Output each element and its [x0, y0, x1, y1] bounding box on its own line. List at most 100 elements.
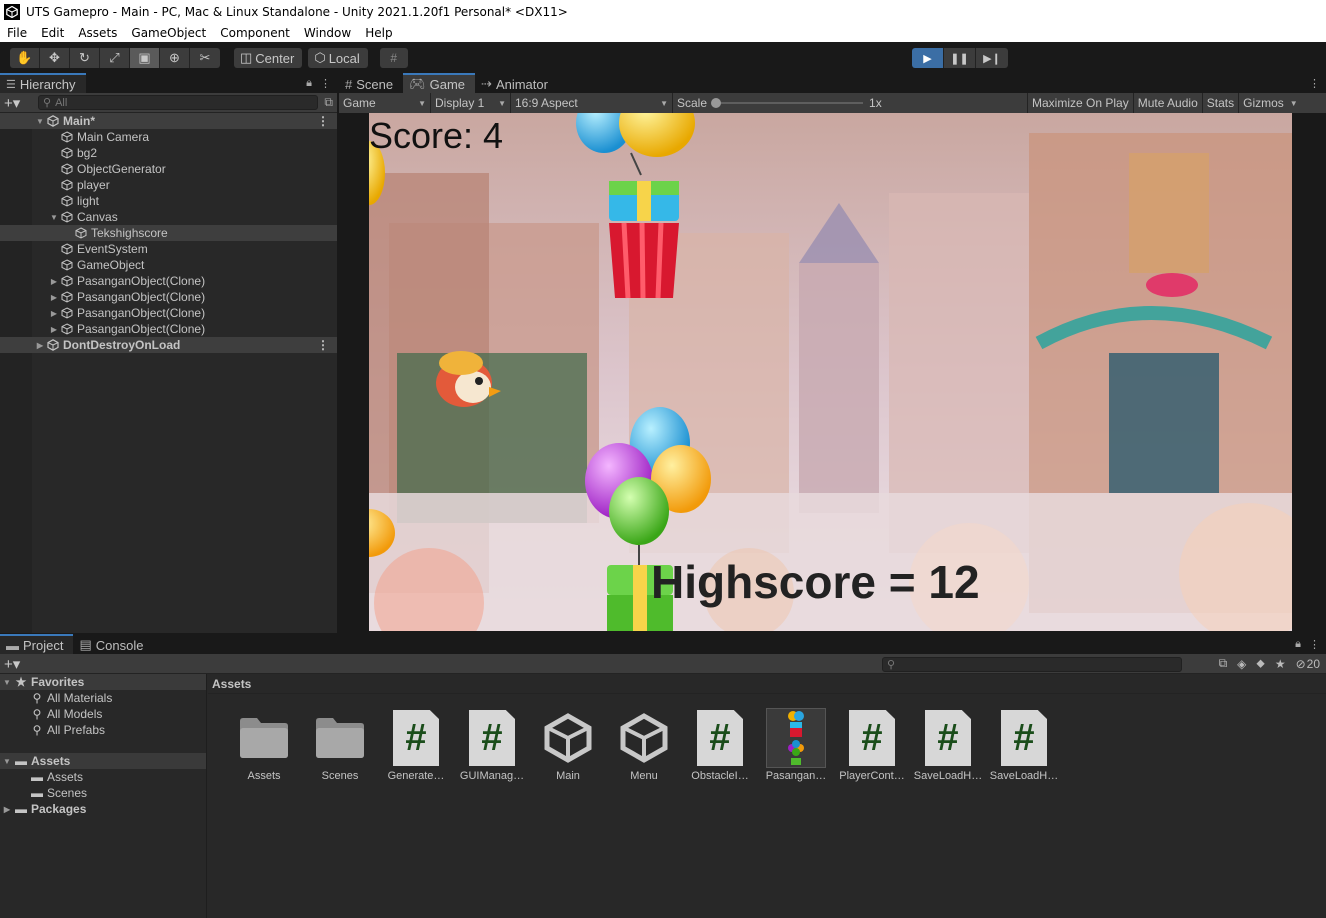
- display-dropdown[interactable]: Display 1 ▼: [431, 93, 511, 113]
- create-dropdown-icon[interactable]: +▾: [4, 655, 32, 673]
- tab-hierarchy[interactable]: ☰ Hierarchy: [0, 73, 86, 93]
- expand-arrow-icon[interactable]: ▼: [0, 757, 14, 766]
- expand-arrow-icon[interactable]: ▼: [48, 213, 60, 222]
- stats-toggle[interactable]: Stats: [1203, 93, 1240, 113]
- hierarchy-item[interactable]: Main Camera: [0, 129, 337, 145]
- hierarchy-item[interactable]: ▶ PasanganObject(Clone): [0, 289, 337, 305]
- game-render-canvas[interactable]: Score: 4 Highscore = 12: [369, 113, 1292, 631]
- hierarchy-item[interactable]: Tekshighscore: [0, 225, 337, 241]
- play-icon[interactable]: ▶: [912, 48, 944, 68]
- asset-item[interactable]: Main: [530, 708, 606, 782]
- expand-arrow-icon[interactable]: ▼: [34, 117, 46, 126]
- scene-visibility-icon[interactable]: ⧉: [324, 95, 333, 110]
- tab-animator[interactable]: ⇢ Animator: [475, 73, 558, 93]
- create-dropdown-icon[interactable]: +▾: [4, 94, 32, 112]
- custom-tool-icon[interactable]: ✂: [190, 48, 220, 68]
- search-by-type-icon[interactable]: ⧉: [1219, 656, 1228, 671]
- transform-tool-icon[interactable]: ⊕: [160, 48, 190, 68]
- menu-gameobject[interactable]: GameObject: [124, 26, 213, 40]
- filter-type-icon[interactable]: ◈: [1237, 657, 1246, 671]
- collapse-arrow-icon[interactable]: ▶: [48, 293, 60, 302]
- tab-console[interactable]: ▤ Console: [73, 634, 154, 654]
- pause-icon[interactable]: ❚❚: [944, 48, 976, 68]
- hierarchy-item[interactable]: EventSystem: [0, 241, 337, 257]
- menu-window[interactable]: Window: [297, 26, 358, 40]
- breadcrumb-assets[interactable]: Assets: [212, 677, 251, 691]
- gizmos-dropdown[interactable]: Gizmos ▼: [1239, 93, 1302, 113]
- tab-project[interactable]: ▬ Project: [0, 634, 74, 654]
- hierarchy-item[interactable]: bg2: [0, 145, 337, 161]
- lock-icon[interactable]: 🔒︎: [1295, 638, 1301, 651]
- hierarchy-search-input[interactable]: ⚲ All: [38, 95, 319, 110]
- favorite-star-icon[interactable]: ★: [1275, 657, 1286, 671]
- collapse-arrow-icon[interactable]: ▶: [48, 277, 60, 286]
- hierarchy-item[interactable]: GameObject: [0, 257, 337, 273]
- pivot-space-button[interactable]: ⬡ Local: [308, 48, 368, 68]
- asset-item[interactable]: Assets: [226, 708, 302, 782]
- tab-game[interactable]: 🎮︎ Game: [403, 73, 476, 93]
- scale-slider[interactable]: [711, 98, 864, 108]
- more-options-icon[interactable]: ⋮: [320, 77, 331, 90]
- asset-item[interactable]: # ObstacleI…: [682, 708, 758, 782]
- folder-scenes[interactable]: ▬ Scenes: [0, 785, 206, 801]
- hierarchy-scene-row[interactable]: ▶ DontDestroyOnLoad ⋮: [0, 337, 337, 353]
- lock-icon[interactable]: 🔒︎: [306, 77, 312, 90]
- hand-tool-icon[interactable]: ✋: [10, 48, 40, 68]
- hierarchy-item[interactable]: player: [0, 177, 337, 193]
- step-icon[interactable]: ▶❙: [976, 48, 1008, 68]
- menu-help[interactable]: Help: [358, 26, 399, 40]
- hierarchy-item[interactable]: ▼ Canvas: [0, 209, 337, 225]
- more-options-icon[interactable]: ⋮: [317, 114, 329, 128]
- menu-edit[interactable]: Edit: [34, 26, 71, 40]
- view-dropdown[interactable]: Game ▼: [339, 93, 431, 113]
- asset-item[interactable]: # PlayerCont…: [834, 708, 910, 782]
- asset-item[interactable]: Scenes: [302, 708, 378, 782]
- grid-snap-icon[interactable]: #: [379, 48, 408, 68]
- favorite-all-materials[interactable]: ⚲ All Materials: [0, 690, 206, 706]
- folder-assets[interactable]: ▬ Assets: [0, 769, 206, 785]
- asset-item[interactable]: Menu: [606, 708, 682, 782]
- project-search-input[interactable]: ⚲: [882, 657, 1182, 672]
- expand-arrow-icon[interactable]: ▼: [0, 678, 14, 687]
- favorites-header[interactable]: ▼ ★ Favorites: [0, 674, 206, 690]
- asset-item[interactable]: # Generate…: [378, 708, 454, 782]
- more-options-icon[interactable]: ⋮: [1309, 77, 1320, 90]
- pivot-mode-button[interactable]: ◫ Center: [234, 48, 303, 68]
- favorite-all-prefabs[interactable]: ⚲ All Prefabs: [0, 722, 206, 738]
- rect-tool-icon[interactable]: ▣: [130, 48, 160, 68]
- hierarchy-item[interactable]: ▶ PasanganObject(Clone): [0, 305, 337, 321]
- hierarchy-scene-row[interactable]: ▼ Main* ⋮: [0, 113, 337, 129]
- tab-console-label: Console: [95, 637, 144, 653]
- collapse-arrow-icon[interactable]: ▶: [34, 341, 46, 350]
- assets-header[interactable]: ▼ ▬ Assets: [0, 753, 206, 769]
- menu-component[interactable]: Component: [213, 26, 297, 40]
- scale-slider-handle[interactable]: [711, 98, 722, 108]
- tab-scene[interactable]: # Scene: [339, 73, 404, 93]
- asset-item[interactable]: Pasangan…: [758, 708, 834, 782]
- maximize-on-play-toggle[interactable]: Maximize On Play: [1027, 93, 1134, 113]
- menu-assets[interactable]: Assets: [71, 26, 124, 40]
- hierarchy-item[interactable]: ▶ PasanganObject(Clone): [0, 273, 337, 289]
- scale-tool-icon[interactable]: ⤢: [100, 48, 130, 68]
- asset-item[interactable]: # SaveLoadH…: [910, 708, 986, 782]
- hierarchy-item[interactable]: light: [0, 193, 337, 209]
- more-options-icon[interactable]: ⋮: [1309, 638, 1320, 651]
- packages-header[interactable]: ▶ ▬ Packages: [0, 801, 206, 817]
- hidden-packages-toggle[interactable]: ⊘ 20: [1296, 657, 1320, 671]
- asset-item[interactable]: # SaveLoadH…: [986, 708, 1062, 782]
- collapse-arrow-icon[interactable]: ▶: [48, 309, 60, 318]
- hierarchy-item[interactable]: ▶ PasanganObject(Clone): [0, 321, 337, 337]
- collapse-arrow-icon[interactable]: ▶: [0, 805, 14, 814]
- asset-item[interactable]: # GUIManag…: [454, 708, 530, 782]
- favorite-all-models[interactable]: ⚲ All Models: [0, 706, 206, 722]
- hierarchy-item-label: PasanganObject(Clone): [77, 274, 206, 288]
- move-tool-icon[interactable]: ✥: [40, 48, 70, 68]
- more-options-icon[interactable]: ⋮: [317, 338, 329, 352]
- aspect-dropdown[interactable]: 16:9 Aspect ▼: [511, 93, 673, 113]
- mute-audio-toggle[interactable]: Mute Audio: [1134, 93, 1203, 113]
- menu-file[interactable]: File: [0, 26, 34, 40]
- rotate-tool-icon[interactable]: ↻: [70, 48, 100, 68]
- collapse-arrow-icon[interactable]: ▶: [48, 325, 60, 334]
- hierarchy-item[interactable]: ObjectGenerator: [0, 161, 337, 177]
- label-icon[interactable]: ⬥: [1256, 656, 1264, 671]
